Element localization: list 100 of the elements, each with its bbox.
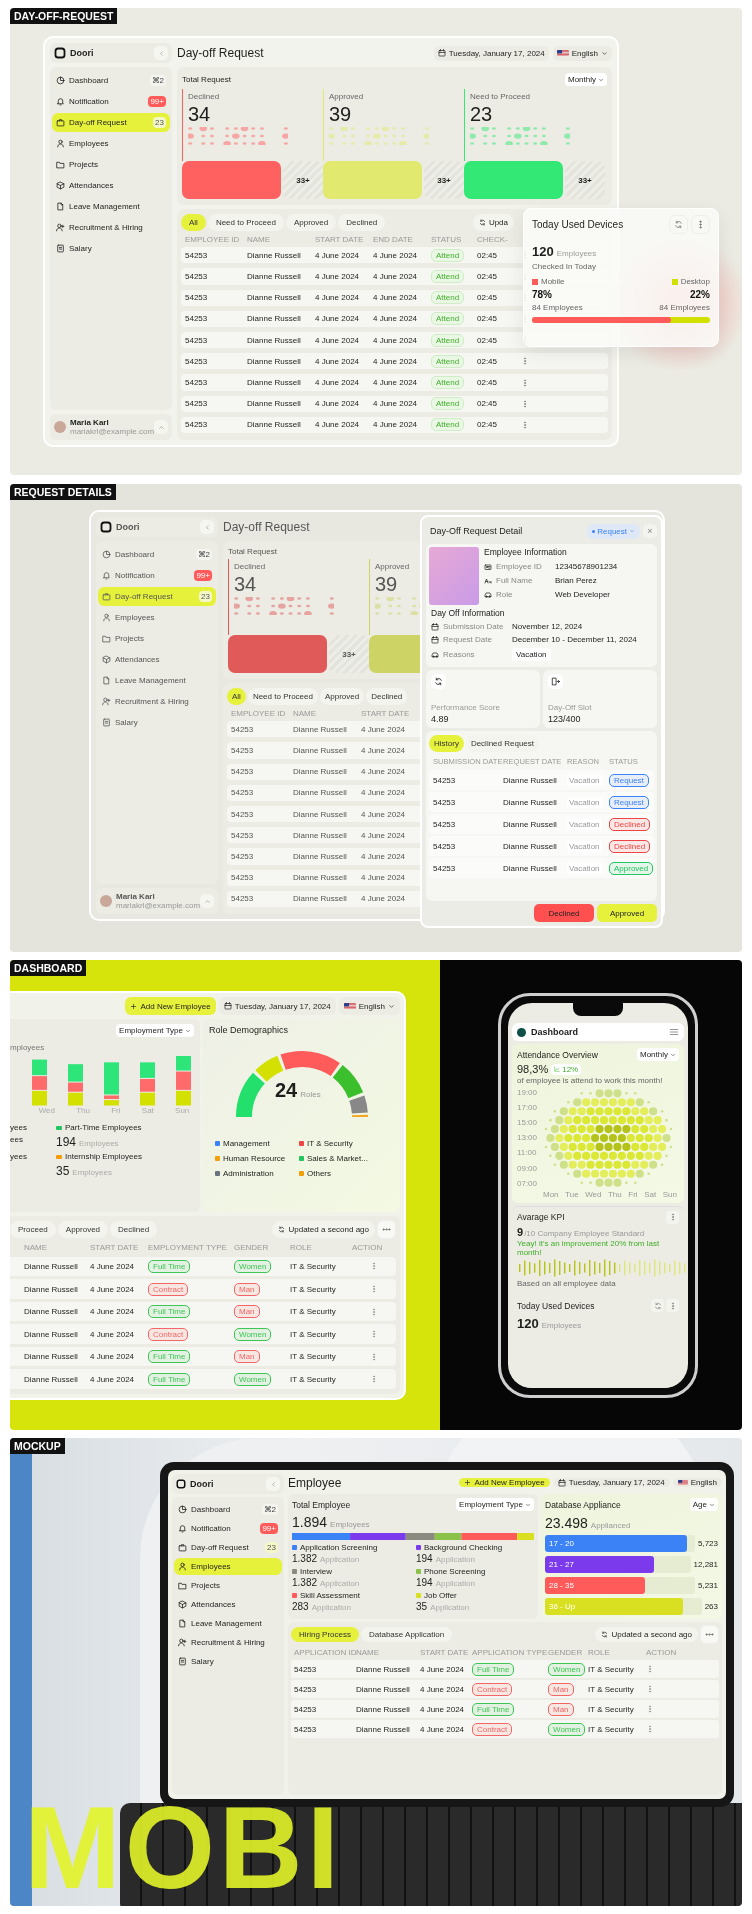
table-cell-text: 54253	[433, 797, 457, 807]
table-cell-text: 54253	[294, 1664, 318, 1674]
section-label: DASHBOARD	[10, 960, 87, 976]
type-tag: Full Time	[148, 1372, 191, 1386]
table-cell-text: Dianne Russell	[24, 1352, 79, 1362]
legend-label: yees	[10, 1123, 28, 1132]
device-percent: 78%	[532, 289, 553, 300]
table-cell-text: 54253	[185, 335, 209, 345]
table-cell-text: 54253	[294, 1704, 318, 1714]
table-cell-text: 02:45	[477, 399, 499, 409]
user-name: Maria Karl	[70, 418, 110, 427]
gender-tag: Man	[548, 1702, 574, 1716]
axis-label: 19:00	[517, 1087, 538, 1097]
count-badge: 23	[153, 117, 166, 128]
axis-label: Fri	[111, 1106, 121, 1115]
count-badge: 99+	[194, 570, 212, 581]
column-header: EMPLOYEE ID	[185, 234, 241, 244]
table-cell-text: 4 June 2024	[420, 1724, 466, 1734]
total-value: 1.894	[292, 1514, 328, 1530]
table-cell-text: 4 June 2024	[373, 356, 419, 366]
roles-count: 24	[275, 1079, 298, 1102]
table-cell-text: Dianne Russell	[293, 830, 348, 840]
count-badge: 23	[265, 1542, 278, 1553]
column-header: STATUS	[431, 234, 463, 244]
table-cell-text: 4 June 2024	[90, 1307, 136, 1317]
stat-value: 23	[470, 103, 493, 125]
table-cell-text: 02:45	[477, 356, 499, 366]
legend-label: Desktop	[680, 277, 710, 286]
type-tag: Full Time	[148, 1305, 191, 1319]
count-unit: Roles	[300, 1090, 321, 1099]
legend-label: Management	[223, 1139, 270, 1148]
table-cell-text: 4 June 2024	[373, 399, 419, 409]
table-cell-text: 4 June 2024	[361, 788, 407, 798]
stage-count: 194	[416, 1577, 433, 1588]
table-cell-text: Dianne Russell	[24, 1307, 79, 1317]
table-cell-text: Dianne Russell	[247, 335, 302, 345]
stat-value: 34	[234, 573, 257, 595]
status-tag: Attend	[431, 270, 465, 284]
axis-label: 13:00	[517, 1133, 538, 1143]
gender-tag: Man	[234, 1282, 260, 1296]
table-cell-text: Dianne Russell	[24, 1329, 79, 1339]
device-count: 120	[532, 244, 554, 259]
chart-caption: mployees	[10, 1043, 46, 1052]
metric-label: Performance Score	[431, 703, 501, 712]
card-caption: of employee is attend to work this month!	[517, 1077, 664, 1086]
stat-value: 39	[375, 573, 398, 595]
table-cell-text: IT & Security	[290, 1329, 337, 1339]
column-header: ROLE	[588, 1647, 611, 1657]
shortcut-badge: ⌘2	[195, 549, 212, 560]
card-title: Role Demographics	[209, 1025, 289, 1035]
card-title: Total Request	[228, 547, 277, 556]
type-tag: Contract	[148, 1327, 189, 1341]
gender-tag: Women	[548, 1722, 586, 1736]
table-cell-text: Dianne Russell	[247, 356, 302, 366]
legend-label: Job Offer	[424, 1591, 457, 1600]
gender-tag: Man	[548, 1682, 574, 1696]
table-cell-text: 02:45	[477, 293, 499, 303]
stage-count: 35	[416, 1601, 428, 1612]
legend-label: Phone Screening	[424, 1567, 486, 1576]
count-unit: Employees	[541, 1321, 582, 1331]
column-header: NAME	[356, 1647, 381, 1657]
column-header: GENDER	[548, 1647, 584, 1657]
axis-label: Tue	[565, 1189, 579, 1199]
age-bar: 36 - Up	[545, 1598, 683, 1615]
screen-title: Dashboard	[531, 1027, 579, 1037]
stat-value: 39	[329, 103, 352, 125]
reason-tag: Vacation	[567, 840, 602, 852]
table-cell-text: 54253	[231, 830, 255, 840]
table-cell-text: Dianne Russell	[503, 775, 558, 785]
table-cell-text: Dianne Russell	[293, 724, 348, 734]
gender-tag: Women	[234, 1259, 272, 1273]
table-cell-text: 54253	[231, 724, 255, 734]
column-header: EMPLOYMENT TYPE	[148, 1243, 228, 1253]
table-cell-text: Dianne Russell	[247, 420, 302, 430]
legend-label: Application Screening	[300, 1543, 378, 1552]
stage-count: 194	[416, 1553, 433, 1564]
table-cell-text: Dianne Russell	[247, 378, 302, 388]
group-count: 35	[56, 1164, 70, 1178]
table-cell-text: 54253	[185, 399, 209, 409]
count-unit: Application	[320, 1555, 360, 1564]
table-cell-text: 4 June 2024	[420, 1704, 466, 1714]
bar-value: 12,281	[693, 1560, 718, 1569]
table-cell-text: 54253	[185, 356, 209, 366]
age-bar: 21 - 27	[545, 1556, 655, 1573]
table-cell-text: 02:45	[477, 335, 499, 345]
count-unit: Application	[320, 1579, 360, 1588]
type-tag: Full Time	[148, 1259, 191, 1273]
table-cell-text: Dianne Russell	[293, 809, 348, 819]
table-cell-text: 4 June 2024	[373, 420, 419, 430]
device-count: 120	[517, 1316, 539, 1332]
legend-label: Skill Assessment	[300, 1591, 361, 1600]
legend-label: yees	[10, 1152, 28, 1161]
count-unit: Application	[435, 1555, 475, 1564]
column-header: GENDER	[234, 1243, 270, 1253]
count-badge: 23	[199, 591, 212, 602]
table-cell-text: 54253	[294, 1684, 318, 1694]
field-value: 12345678901234	[555, 562, 619, 571]
table-cell-text: Dianne Russell	[293, 852, 348, 862]
table-cell-text: 4 June 2024	[90, 1352, 136, 1362]
reason-tag: Vacation	[567, 774, 602, 786]
